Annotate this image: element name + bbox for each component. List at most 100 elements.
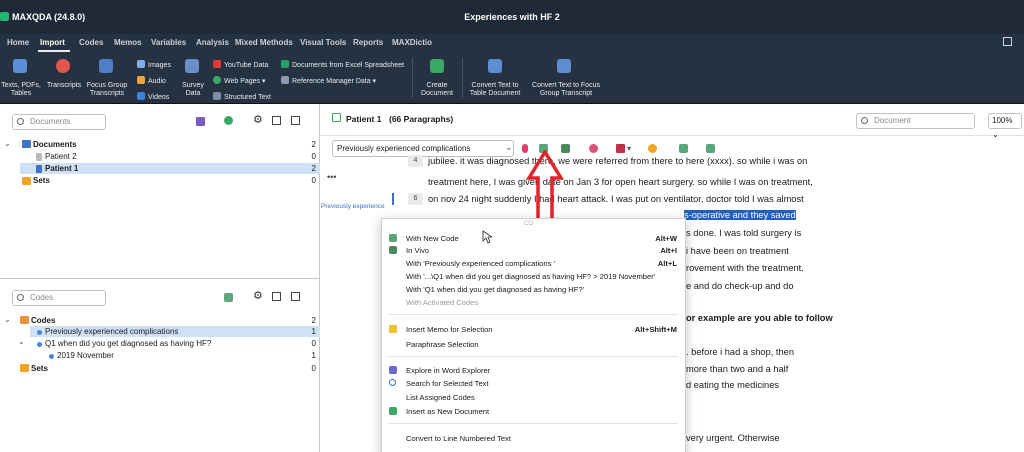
menu-reports[interactable]: Reports bbox=[353, 38, 383, 47]
menu-with-new-code[interactable]: With New Code bbox=[406, 234, 459, 243]
menu-with-2019-november[interactable]: With '...\Q1 when did you get diagnosed … bbox=[406, 272, 655, 281]
document-search-input[interactable]: Document bbox=[856, 113, 975, 129]
text-line[interactable]: e and do check-up and do bbox=[686, 281, 794, 291]
text-line[interactable]: . before i had a shop, then bbox=[686, 347, 794, 357]
menu-with-previously-experienced[interactable]: With 'Previously experienced complicatio… bbox=[406, 259, 555, 268]
menu-variables[interactable]: Variables bbox=[151, 38, 186, 47]
excel-documents-button[interactable]: Documents from Excel Spreadsheet bbox=[281, 60, 404, 69]
tree-code-previously-experienced[interactable]: Previously experienced complications bbox=[45, 327, 178, 336]
marker-icon[interactable] bbox=[616, 144, 625, 153]
chevron-down-icon[interactable]: ⌄ bbox=[18, 337, 25, 346]
code-icon[interactable] bbox=[679, 144, 688, 153]
focus-group-icon bbox=[99, 59, 113, 73]
chevron-down-icon[interactable]: ▾ bbox=[627, 144, 631, 153]
patient-1-count: 2 bbox=[311, 164, 316, 173]
code-icon[interactable] bbox=[706, 144, 715, 153]
menu-insert-as-new-document[interactable]: Insert as New Document bbox=[406, 407, 489, 416]
text-line[interactable]: d eating the medicines bbox=[686, 380, 779, 390]
menu-mixed-methods[interactable]: Mixed Methods bbox=[235, 38, 293, 47]
menu-with-q1[interactable]: With 'Q1 when did you get diagnosed as h… bbox=[406, 285, 584, 294]
convert-text-to-focus-group-button[interactable]: Convert Text to Focus Group Transcript bbox=[527, 82, 605, 98]
layout-icon[interactable] bbox=[1003, 37, 1012, 46]
emoticode-icon[interactable] bbox=[648, 144, 657, 153]
menu-insert-memo[interactable]: Insert Memo for Selection bbox=[406, 325, 493, 334]
transcripts-button[interactable]: Transcripts bbox=[44, 82, 84, 90]
edit-icon[interactable] bbox=[332, 113, 341, 122]
text-line[interactable]: rovement with the treatment. bbox=[686, 263, 804, 273]
menu-maxdictio[interactable]: MAXDictio bbox=[392, 38, 432, 47]
zoom-select[interactable]: 100% ⌄ bbox=[988, 113, 1022, 139]
text-line[interactable]: or example are you able to follow bbox=[686, 313, 833, 323]
shortcut-label: Alt+I bbox=[660, 246, 677, 255]
chevron-down-icon[interactable]: ⌄ bbox=[4, 139, 11, 148]
text-line[interactable]: very urgent. Otherwise bbox=[686, 433, 780, 443]
web-pages-button[interactable]: Web Pages ▾ bbox=[213, 76, 266, 85]
videos-icon bbox=[137, 92, 145, 100]
tree-codes[interactable]: Codes bbox=[31, 316, 55, 325]
reference-icon bbox=[281, 76, 289, 84]
document-tool-icon[interactable] bbox=[196, 117, 205, 126]
tree-patient-1[interactable]: Patient 1 bbox=[45, 164, 78, 173]
youtube-data-button[interactable]: YouTube Data bbox=[213, 60, 268, 69]
maximize-icon[interactable] bbox=[291, 116, 300, 125]
tree-document-sets[interactable]: Sets bbox=[33, 176, 50, 185]
add-document-icon[interactable] bbox=[224, 116, 233, 125]
menu-in-vivo[interactable]: In Vivo bbox=[406, 246, 429, 255]
menu-import[interactable]: Import bbox=[40, 38, 65, 47]
menu-separator bbox=[388, 423, 678, 424]
menu-memos[interactable]: Memos bbox=[114, 38, 142, 47]
collapse-icon[interactable] bbox=[272, 116, 281, 125]
menu-analysis[interactable]: Analysis bbox=[196, 38, 229, 47]
coding-stripe bbox=[392, 193, 394, 205]
paragraph-count: (66 Paragraphs) bbox=[389, 114, 454, 124]
color-code-icon[interactable] bbox=[589, 144, 598, 153]
tree-code-sets[interactable]: Sets bbox=[31, 364, 48, 373]
sets-icon bbox=[20, 364, 29, 372]
create-document-button[interactable]: Create Document bbox=[412, 82, 462, 98]
focus-group-transcripts-button[interactable]: Focus Group Transcripts bbox=[84, 82, 130, 98]
tree-patient-2[interactable]: Patient 2 bbox=[45, 152, 77, 161]
more-icon[interactable]: ••• bbox=[327, 172, 336, 182]
tree-code-2019-november[interactable]: 2019 November bbox=[57, 351, 114, 360]
selected-text[interactable]: s-operative and they saved bbox=[684, 210, 796, 220]
menu-convert-line-numbered[interactable]: Convert to Line Numbered Text bbox=[406, 434, 511, 443]
videos-button[interactable]: Videos bbox=[137, 92, 169, 101]
tree-documents[interactable]: Documents bbox=[33, 140, 77, 149]
text-line[interactable]: s done. I was told surgery is bbox=[686, 228, 801, 238]
text-line[interactable]: treatment here, I was given date on Jan … bbox=[428, 177, 813, 187]
images-button[interactable]: Images bbox=[137, 60, 171, 69]
menu-explore-word-explorer[interactable]: Explore in Word Explorer bbox=[406, 366, 490, 375]
reference-manager-button[interactable]: Reference Manager Data ▾ bbox=[281, 76, 376, 85]
chevron-down-icon[interactable]: ⌄ bbox=[4, 315, 11, 324]
menu-codes[interactable]: Codes bbox=[79, 38, 103, 47]
shortcut-label: Alt+L bbox=[657, 259, 677, 268]
menu-paraphrase-selection[interactable]: Paraphrase Selection bbox=[406, 340, 479, 349]
menu-home[interactable]: Home bbox=[7, 38, 29, 47]
tree-code-q1[interactable]: Q1 when did you get diagnosed as having … bbox=[45, 339, 211, 348]
audio-button[interactable]: Audio bbox=[137, 76, 166, 85]
menu-visual-tools[interactable]: Visual Tools bbox=[300, 38, 346, 47]
menu-with-activated-codes: With Activated Codes bbox=[406, 298, 479, 307]
maximize-icon[interactable] bbox=[291, 292, 300, 301]
new-code-icon[interactable] bbox=[224, 293, 233, 302]
collapse-icon[interactable] bbox=[272, 292, 281, 301]
margin-code-label[interactable]: Previously experience bbox=[321, 203, 385, 210]
menu-list-assigned-codes[interactable]: List Assigned Codes bbox=[406, 393, 475, 402]
settings-icon[interactable]: ⚙ bbox=[253, 115, 263, 126]
images-icon bbox=[137, 60, 145, 68]
line-number: 6 bbox=[408, 193, 423, 205]
texts-pdfs-tables-button[interactable]: Texts, PDFs, Tables bbox=[0, 82, 42, 98]
survey-data-button[interactable]: Survey Data bbox=[176, 82, 210, 98]
menu-search-selected-text[interactable]: Search for Selected Text bbox=[406, 379, 489, 388]
documents-search-input[interactable]: Documents bbox=[12, 114, 106, 130]
text-line[interactable]: on nov 24 night suddenly I had heart att… bbox=[428, 194, 804, 204]
text-line[interactable]: jubilee. it was diagnosed there, we were… bbox=[428, 156, 807, 166]
text-line[interactable]: i have been on treatment bbox=[686, 246, 789, 256]
settings-icon[interactable]: ⚙ bbox=[253, 291, 263, 302]
convert-focus-icon bbox=[557, 59, 571, 73]
codes-search-input[interactable]: Codes bbox=[12, 290, 106, 306]
structured-text-button[interactable]: Structured Text bbox=[213, 92, 271, 101]
convert-text-to-table-button[interactable]: Convert Text to Table Document bbox=[466, 82, 524, 98]
context-menu-header: CO bbox=[524, 221, 533, 227]
text-line[interactable]: more than two and a half bbox=[686, 364, 788, 374]
